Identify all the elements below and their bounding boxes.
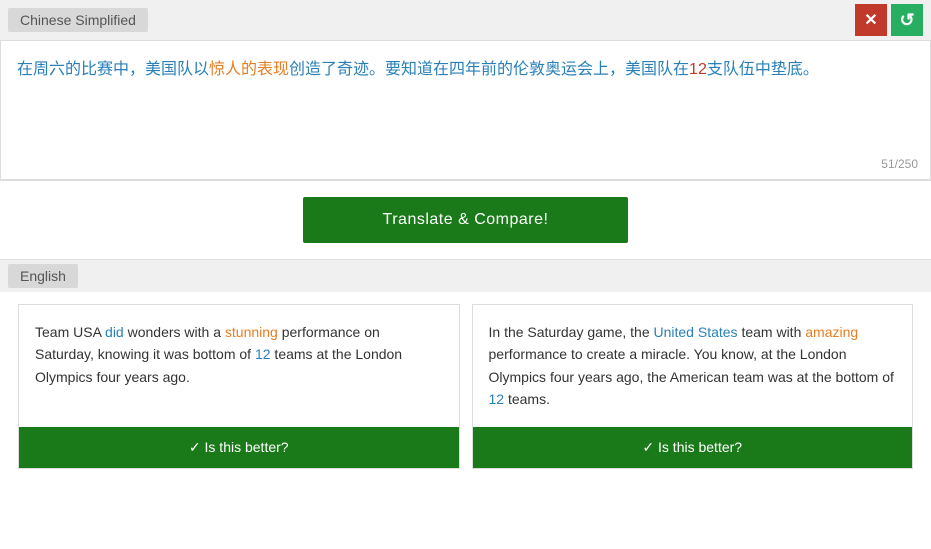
source-actions: ✕ ↺ <box>855 4 923 36</box>
source-text-part-1: 在周六的比赛中，美国队以 <box>17 61 209 78</box>
card2-part-6: 12 <box>489 391 505 407</box>
card2-part-3: team with <box>738 324 806 340</box>
cards-section: Team USA did wonders with a stunning per… <box>0 292 931 481</box>
char-count: 51/250 <box>881 157 918 171</box>
card-1-body: Team USA did wonders with a stunning per… <box>19 305 459 427</box>
card2-part-4: amazing <box>805 324 858 340</box>
card-1-text: Team USA did wonders with a stunning per… <box>35 321 443 388</box>
card-2-text: In the Saturday game, the United States … <box>489 321 897 411</box>
card1-part-2: did <box>105 324 124 340</box>
card1-part-4: stunning <box>225 324 278 340</box>
source-text-part-5: 支队伍中垫底。 <box>707 61 819 78</box>
source-text-part-3: 创造了奇迹。要知道在四年前的伦敦奥运会上，美国队在 <box>289 61 689 78</box>
output-language-label: English <box>8 264 78 288</box>
reset-button[interactable]: ↺ <box>891 4 923 36</box>
close-button[interactable]: ✕ <box>855 4 887 36</box>
card2-part-7: teams. <box>504 391 550 407</box>
translation-card-1: Team USA did wonders with a stunning per… <box>18 304 460 469</box>
card2-part-2: United States <box>654 324 738 340</box>
translation-card-2: In the Saturday game, the United States … <box>472 304 914 469</box>
card-2-footer[interactable]: ✓ Is this better? <box>473 427 913 468</box>
translate-section: Translate & Compare! <box>0 181 931 259</box>
source-section: Chinese Simplified ✕ ↺ 在周六的比赛中，美国队以惊人的表现… <box>0 0 931 181</box>
source-text-area[interactable]: 在周六的比赛中，美国队以惊人的表现创造了奇迹。要知道在四年前的伦敦奥运会上，美国… <box>0 40 931 180</box>
card-1-footer[interactable]: ✓ Is this better? <box>19 427 459 468</box>
translate-button[interactable]: Translate & Compare! <box>303 197 629 243</box>
card2-part-1: In the Saturday game, the <box>489 324 654 340</box>
source-language-label: Chinese Simplified <box>8 8 148 32</box>
source-text-part-4: 12 <box>689 61 707 78</box>
card1-part-3: wonders with a <box>124 324 225 340</box>
card-2-body: In the Saturday game, the United States … <box>473 305 913 427</box>
card1-part-1: Team USA <box>35 324 105 340</box>
output-section: English Team USA did wonders with a stun… <box>0 259 931 481</box>
card2-part-5: performance to create a miracle. You kno… <box>489 346 894 384</box>
card1-part-6: 12 <box>255 346 271 362</box>
output-lang-bar: English <box>0 259 931 292</box>
source-lang-bar: Chinese Simplified ✕ ↺ <box>0 0 931 40</box>
source-text-part-2: 惊人的表现 <box>209 61 289 78</box>
source-text-content: 在周六的比赛中，美国队以惊人的表现创造了奇迹。要知道在四年前的伦敦奥运会上，美国… <box>17 57 914 83</box>
